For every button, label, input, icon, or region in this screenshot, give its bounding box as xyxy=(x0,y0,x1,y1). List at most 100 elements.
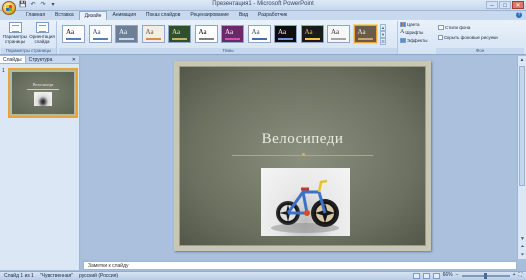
slideshow-button[interactable] xyxy=(432,272,440,279)
theme-thumbnail-label: Aa xyxy=(198,28,207,36)
previous-slide-icon[interactable]: ⏶ xyxy=(518,243,526,251)
zoom-in-icon[interactable]: + xyxy=(513,272,516,279)
theme-thumbnail[interactable]: Aa xyxy=(353,25,377,43)
gallery-up-icon[interactable]: ▲ xyxy=(380,24,386,31)
theme-thumbnail-label: Aa xyxy=(92,28,101,36)
page-setup-button[interactable]: Параметры страницы xyxy=(2,22,28,44)
scroll-up-icon[interactable]: ▲ xyxy=(518,56,526,64)
theme-thumbnail[interactable]: Aa xyxy=(115,25,138,43)
minimize-button[interactable]: – xyxy=(486,1,498,9)
slide[interactable]: Велосипеди xyxy=(174,61,431,251)
tab-developer[interactable]: Разработчик xyxy=(253,11,292,20)
effects-icon xyxy=(400,38,406,43)
title-bar: 💾 ↶ ↷ ▾ Презентация1 - Microsoft PowerPo… xyxy=(0,0,526,11)
theme-thumbnail[interactable]: Aa xyxy=(141,25,165,43)
close-button[interactable]: ✕ xyxy=(512,1,524,9)
scroll-bottom-controls: ▼ ⏶ ⏷ xyxy=(518,235,526,259)
page-setup-icon xyxy=(8,22,22,33)
normal-view-button[interactable] xyxy=(412,272,420,279)
tab-animation[interactable]: Анимация xyxy=(107,11,140,20)
slide-divider-ornament xyxy=(302,153,305,156)
slide-title[interactable]: Велосипеди xyxy=(180,131,425,148)
theme-color-bars xyxy=(278,38,293,40)
theme-fonts-label: Шрифты xyxy=(405,30,424,35)
vertical-scrollbar[interactable]: ▲ ▼ ⏶ ⏷ xyxy=(517,56,526,259)
group-themes: Aa Aa Aa Aa Aa Aa Aa Aa Aa Aa Aa Aa ▲ ▼ ☰ Темы xyxy=(59,21,398,54)
fit-to-window-icon[interactable]: ⛶ xyxy=(518,272,522,279)
office-button[interactable] xyxy=(2,1,16,15)
tab-view[interactable]: Вид xyxy=(234,11,253,20)
theme-thumbnail-label: Aa xyxy=(145,28,154,36)
slide-orientation-button[interactable]: Ориентация слайда xyxy=(29,22,55,44)
gallery-down-icon[interactable]: ▼ xyxy=(380,31,386,38)
hide-background-label: Скрыть фоновые рисунки xyxy=(444,35,498,40)
tab-insert[interactable]: Вставка xyxy=(50,11,79,20)
theme-thumbnail[interactable]: Aa xyxy=(327,25,350,43)
maximize-button[interactable]: □ xyxy=(499,1,511,9)
thumbnail-picture xyxy=(34,92,52,106)
next-slide-icon[interactable]: ⏷ xyxy=(518,251,526,259)
zoom-slider[interactable] xyxy=(461,272,510,279)
hide-background-checkbox[interactable] xyxy=(438,35,443,40)
theme-color-bars xyxy=(251,38,267,40)
slide-orientation-label: Ориентация слайда xyxy=(29,34,55,44)
scroll-down-icon[interactable]: ▼ xyxy=(518,235,526,243)
ribbon: Параметры страницы Ориентация слайда Пар… xyxy=(0,20,526,55)
hide-background-graphics[interactable]: Скрыть фоновые рисунки xyxy=(438,34,498,41)
ribbon-tabs: Главная Вставка Дизайн Анимация Показ сл… xyxy=(0,11,526,20)
theme-thumbnail[interactable]: Aa xyxy=(62,25,85,43)
slide-background: Велосипеди xyxy=(179,66,426,246)
notes-pane[interactable]: Заметки к слайду xyxy=(83,261,517,270)
theme-thumbnail[interactable]: Aa xyxy=(194,25,218,43)
tab-outline[interactable]: Структура xyxy=(26,56,56,63)
slide-sorter-button[interactable] xyxy=(422,272,430,279)
window-controls: – □ ✕ xyxy=(486,1,524,9)
scroll-thumb[interactable] xyxy=(519,66,525,186)
theme-color-bars xyxy=(172,38,187,40)
theme-color-bars xyxy=(198,38,214,40)
gallery-scroll: ▲ ▼ ☰ xyxy=(380,24,386,45)
slide-thumbnail[interactable]: Велосипеди xyxy=(8,68,78,118)
theme-thumbnail-label: Aa xyxy=(66,28,75,36)
theme-effects-button[interactable]: Эффекты xyxy=(400,37,427,44)
theme-thumbnail-label: Aa xyxy=(172,28,181,36)
notes-placeholder: Заметки к слайду xyxy=(88,263,129,269)
status-language[interactable]: русский (Россия) xyxy=(79,272,118,280)
tab-review[interactable]: Рецензирование xyxy=(185,11,234,20)
page-setup-group-label: Параметры страницы xyxy=(1,48,56,54)
status-slide-info: Слайд 1 из 1 xyxy=(4,273,34,279)
pane-tabs: Слайды Структура ✕ xyxy=(0,56,79,64)
tab-slideshow[interactable]: Показ слайдов xyxy=(141,11,185,20)
theme-color-bars xyxy=(304,38,320,40)
theme-effects-label: Эффекты xyxy=(407,38,428,43)
group-page-setup: Параметры страницы Ориентация слайда Пар… xyxy=(1,21,57,54)
theme-thumbnail[interactable]: Aa xyxy=(168,25,191,43)
background-styles-button[interactable]: Стили фона xyxy=(438,24,470,31)
help-icon[interactable]: ? xyxy=(516,12,522,18)
theme-thumbnail[interactable]: Aa xyxy=(300,25,324,43)
theme-colors-button[interactable]: Цвета xyxy=(400,21,420,28)
page-setup-label: Параметры страницы xyxy=(3,34,27,44)
pane-close-icon[interactable]: ✕ xyxy=(72,56,79,63)
theme-thumbnail-label: Aa xyxy=(357,28,366,36)
theme-thumbnail[interactable]: Aa xyxy=(247,25,271,43)
thumbnail-title: Велосипеди xyxy=(32,82,54,87)
group-background: Стили фона Скрыть фоновые рисунки Фон xyxy=(436,21,524,54)
tab-home[interactable]: Главная xyxy=(21,11,50,20)
zoom-level[interactable]: 66% xyxy=(443,272,453,279)
background-group-label: Фон xyxy=(436,48,524,54)
theme-thumbnail-label: Aa xyxy=(225,28,234,36)
theme-thumbnail-label: Aa xyxy=(331,28,340,36)
bicycle-picture[interactable] xyxy=(261,168,350,236)
theme-thumbnail[interactable]: Aa xyxy=(88,25,112,43)
theme-color-bars xyxy=(145,38,161,40)
tab-design[interactable]: Дизайн xyxy=(78,11,108,20)
theme-thumbnail[interactable]: Aa xyxy=(274,25,297,43)
theme-fonts-button[interactable]: A Шрифты xyxy=(400,29,423,36)
tab-slides[interactable]: Слайды xyxy=(0,56,26,63)
theme-thumbnail[interactable]: Aa xyxy=(221,25,244,43)
gallery-more-icon[interactable]: ☰ xyxy=(380,38,386,45)
zoom-out-icon[interactable]: − xyxy=(456,272,459,279)
theme-thumbnail-label: Aa xyxy=(278,28,287,36)
fonts-icon: A xyxy=(400,29,405,35)
